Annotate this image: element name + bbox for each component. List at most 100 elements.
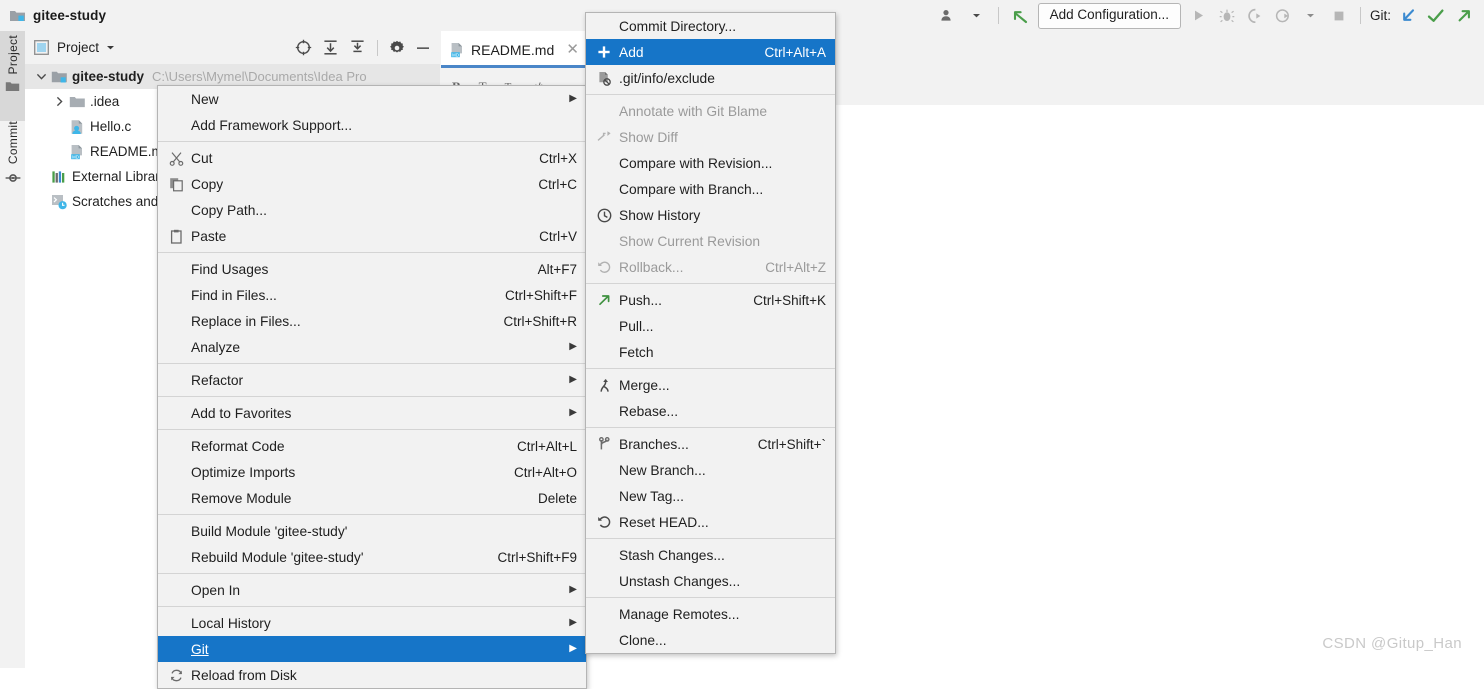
menu-item-find-usages-label: Find Usages: [191, 261, 269, 277]
menu-item-build-module[interactable]: Build Module 'gitee-study': [158, 518, 586, 544]
svg-text:MD: MD: [72, 154, 79, 159]
git-menu-item-reset-head[interactable]: Reset HEAD...: [586, 509, 835, 535]
project-panel-chevron-down-icon[interactable]: [106, 44, 115, 51]
menu-separator: [158, 396, 586, 397]
menu-item-paste-accel: Ctrl+V: [539, 228, 577, 244]
folder-icon: [67, 95, 87, 109]
git-menu-item-git-exclude[interactable]: .git/info/exclude: [586, 65, 835, 91]
menu-item-analyze[interactable]: Analyze ▶: [158, 334, 586, 360]
menu-item-reformat-code-accel: Ctrl+Alt+L: [516, 438, 577, 454]
menu-item-new[interactable]: New ▶: [158, 86, 586, 112]
menu-item-add-framework-support[interactable]: Add Framework Support...: [158, 112, 586, 138]
git-menu-item-annotate-with-git-blame: Annotate with Git Blame: [586, 98, 835, 124]
back-arrow-icon[interactable]: [1006, 4, 1034, 28]
profile-icon[interactable]: [1269, 4, 1297, 28]
sidebar-item-commit[interactable]: Commit: [0, 117, 25, 217]
git-menu-item-stash-changes[interactable]: Stash Changes...: [586, 542, 835, 568]
collapse-all-icon[interactable]: [349, 39, 366, 56]
debug-icon[interactable]: [1213, 4, 1241, 28]
menu-item-replace-in-files[interactable]: Replace in Files... Ctrl+Shift+R: [158, 308, 586, 334]
git-menu-item-show-history[interactable]: Show History: [586, 202, 835, 228]
menu-item-git[interactable]: Git ▶: [158, 636, 586, 662]
menu-item-paste[interactable]: Paste Ctrl+V: [158, 223, 586, 249]
show-diff-icon: [593, 130, 615, 144]
menu-item-refactor[interactable]: Refactor ▶: [158, 367, 586, 393]
git-menu-item-rollback: Rollback... Ctrl+Alt+Z: [586, 254, 835, 280]
git-menu-item-new-branch[interactable]: New Branch...: [586, 457, 835, 483]
git-menu-item-compare-with-revision[interactable]: Compare with Revision...: [586, 150, 835, 176]
profile-dropdown-chevron-down-icon[interactable]: [1297, 4, 1325, 28]
git-exclude-icon: [593, 71, 615, 86]
git-menu-item-branches[interactable]: Branches... Ctrl+Shift+`: [586, 431, 835, 457]
project-view-icon: [34, 40, 49, 55]
menu-separator: [586, 597, 835, 598]
git-menu-item-new-tag[interactable]: New Tag...: [586, 483, 835, 509]
close-icon[interactable]: ✕: [566, 42, 579, 57]
git-menu-item-commit-directory[interactable]: Commit Directory...: [586, 13, 835, 39]
git-menu-item-pull[interactable]: Pull...: [586, 313, 835, 339]
menu-item-add-to-favorites[interactable]: Add to Favorites ▶: [158, 400, 586, 426]
menu-item-local-history[interactable]: Local History ▶: [158, 610, 586, 636]
run-icon[interactable]: [1185, 4, 1213, 28]
git-menu-item-stash-changes-label: Stash Changes...: [619, 547, 725, 563]
git-menu-item-clone[interactable]: Clone...: [586, 627, 835, 653]
menu-item-add-framework-support-label: Add Framework Support...: [191, 117, 353, 133]
git-menu-item-manage-remotes[interactable]: Manage Remotes...: [586, 601, 835, 627]
watermark: CSDN @Gitup_Han: [1322, 635, 1462, 652]
git-menu-item-reset-head-label: Reset HEAD...: [619, 514, 709, 530]
menu-item-rebuild-module[interactable]: Rebuild Module 'gitee-study' Ctrl+Shift+…: [158, 544, 586, 570]
commit-checkmark-icon[interactable]: [1422, 4, 1450, 28]
menu-item-cut[interactable]: Cut Ctrl+X: [158, 145, 586, 171]
rollback-icon: [593, 260, 615, 274]
git-menu-item-fetch[interactable]: Fetch: [586, 339, 835, 365]
menu-item-find-usages[interactable]: Find Usages Alt+F7: [158, 256, 586, 282]
menu-item-reformat-code[interactable]: Reformat Code Ctrl+Alt+L: [158, 433, 586, 459]
menu-item-git-label: Git: [191, 641, 209, 657]
git-menu-item-push[interactable]: Push... Ctrl+Shift+K: [586, 287, 835, 313]
project-folder-icon: [9, 8, 26, 23]
add-configuration-button[interactable]: Add Configuration...: [1037, 2, 1181, 29]
menu-item-find-usages-accel: Alt+F7: [537, 261, 577, 277]
menu-item-find-in-files-accel: Ctrl+Shift+F: [504, 287, 577, 303]
user-dropdown-chevron-down-icon[interactable]: [963, 4, 991, 28]
menu-item-copy-path[interactable]: Copy Path...: [158, 197, 586, 223]
submenu-arrow-icon: ▶: [569, 407, 577, 418]
markdown-file-icon: MD: [67, 144, 87, 160]
gear-icon[interactable]: [389, 40, 405, 56]
menu-item-copy[interactable]: Copy Ctrl+C: [158, 171, 586, 197]
git-menu-item-compare-with-branch[interactable]: Compare with Branch...: [586, 176, 835, 202]
select-opened-file-icon[interactable]: [295, 39, 312, 56]
menu-item-reload-from-disk[interactable]: Reload from Disk: [158, 662, 586, 688]
git-menu-item-add[interactable]: Add Ctrl+Alt+A: [586, 39, 835, 65]
toolbar-divider-2: [1359, 7, 1361, 24]
menu-item-optimize-imports[interactable]: Optimize Imports Ctrl+Alt+O: [158, 459, 586, 485]
git-menu-item-merge[interactable]: Merge...: [586, 372, 835, 398]
user-avatar-icon[interactable]: [935, 4, 963, 28]
menu-item-find-in-files[interactable]: Find in Files... Ctrl+Shift+F: [158, 282, 586, 308]
update-project-icon[interactable]: [1394, 4, 1422, 28]
chevron-down-icon[interactable]: [33, 72, 49, 81]
git-menu-item-add-label: Add: [619, 44, 644, 60]
menu-item-rebuild-module-accel: Ctrl+Shift+F9: [497, 549, 577, 565]
git-menu-item-unstash-changes[interactable]: Unstash Changes...: [586, 568, 835, 594]
menu-item-copy-accel: Ctrl+C: [538, 176, 577, 192]
menu-item-open-in[interactable]: Open In ▶: [158, 577, 586, 603]
copy-icon: [165, 177, 187, 192]
expand-all-icon[interactable]: [322, 39, 339, 56]
editor-tab-readme[interactable]: MD README.md ✕: [441, 31, 585, 68]
push-arrow-icon[interactable]: [1450, 4, 1478, 28]
run-with-coverage-icon[interactable]: [1241, 4, 1269, 28]
stop-icon[interactable]: [1325, 4, 1353, 28]
git-menu-item-rebase[interactable]: Rebase...: [586, 398, 835, 424]
chevron-right-icon[interactable]: [51, 96, 67, 107]
menu-item-remove-module[interactable]: Remove Module Delete: [158, 485, 586, 511]
menu-separator: [158, 606, 586, 607]
hide-icon[interactable]: [415, 40, 431, 56]
menu-item-remove-module-label: Remove Module: [191, 490, 292, 506]
git-menu-item-rollback-label: Rollback...: [619, 259, 684, 275]
menu-item-cut-label: Cut: [191, 150, 213, 166]
sidebar-item-project[interactable]: Project: [0, 31, 25, 121]
menu-separator: [586, 368, 835, 369]
menu-separator: [158, 573, 586, 574]
main-toolbar: Add Configuration... Git:: [935, 0, 1484, 31]
